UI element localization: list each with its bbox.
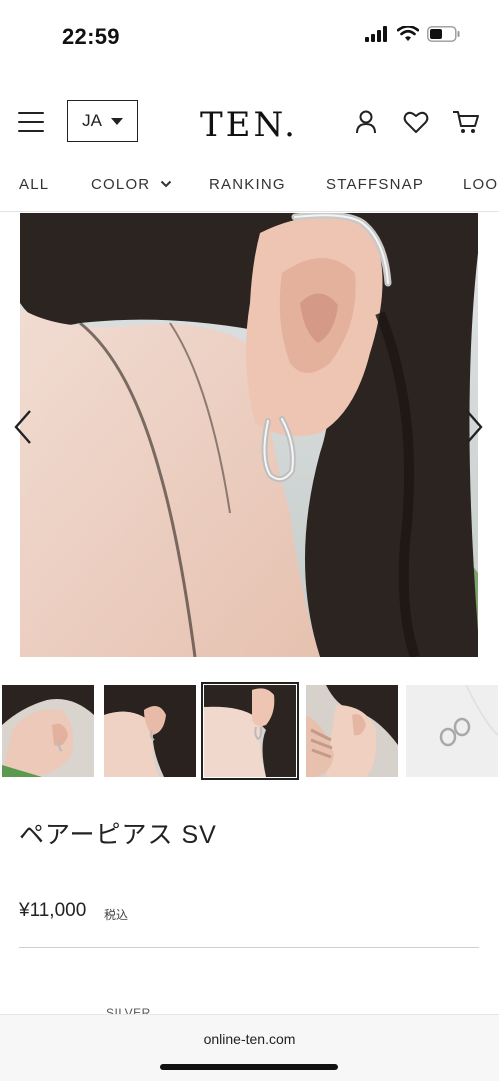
browser-bottom-bar <box>0 1014 499 1081</box>
language-value: JA <box>82 111 102 130</box>
wifi-icon <box>397 26 419 41</box>
brand-logo[interactable]: TEN. <box>196 100 306 144</box>
thumbnail-1[interactable] <box>2 685 94 777</box>
thumbnail-2[interactable] <box>104 685 196 777</box>
nav-item-staffsnap[interactable]: STAFFSNAP <box>326 176 424 193</box>
logo-text: TEN. <box>200 105 298 144</box>
tax-included-label: 税込 <box>104 908 129 922</box>
status-time: 22:59 <box>62 24 120 49</box>
next-image-arrow-icon[interactable] <box>463 409 485 445</box>
favorite-heart-icon[interactable] <box>400 106 432 138</box>
prev-image-arrow-icon[interactable] <box>12 409 34 445</box>
thumbnail-3-selected[interactable] <box>201 682 299 780</box>
chevron-down-icon <box>110 117 123 125</box>
nav-item-all[interactable]: ALL <box>19 176 49 193</box>
nav-divider <box>0 211 499 212</box>
thumbnail-5[interactable] <box>406 685 498 777</box>
header-actions <box>350 106 482 138</box>
language-select[interactable]: JA <box>67 100 138 142</box>
thumbnail-strip <box>0 682 499 780</box>
nav-item-color[interactable]: COLOR <box>91 176 172 193</box>
nav-item-look[interactable]: LOO <box>463 176 498 193</box>
cart-icon[interactable] <box>450 106 482 138</box>
product-main-image[interactable] <box>20 213 478 657</box>
price-divider <box>19 947 479 948</box>
product-price: ¥11,000 <box>19 900 87 921</box>
nav-item-ranking[interactable]: RANKING <box>209 176 286 193</box>
status-icons <box>365 26 461 42</box>
account-icon[interactable] <box>350 106 382 138</box>
chevron-down-icon <box>160 180 171 188</box>
nav-item-color-label: COLOR <box>91 176 151 193</box>
home-indicator[interactable] <box>160 1064 338 1070</box>
product-title: ペアーピアス SV <box>19 821 217 849</box>
signal-icon <box>365 26 387 42</box>
browser-url[interactable]: online-ten.com <box>0 1031 499 1047</box>
category-nav: ALL COLOR RANKING STAFFSNAP LOO <box>0 176 499 202</box>
thumbnail-4[interactable] <box>306 685 398 777</box>
battery-icon <box>427 26 460 42</box>
menu-icon[interactable] <box>18 112 44 132</box>
